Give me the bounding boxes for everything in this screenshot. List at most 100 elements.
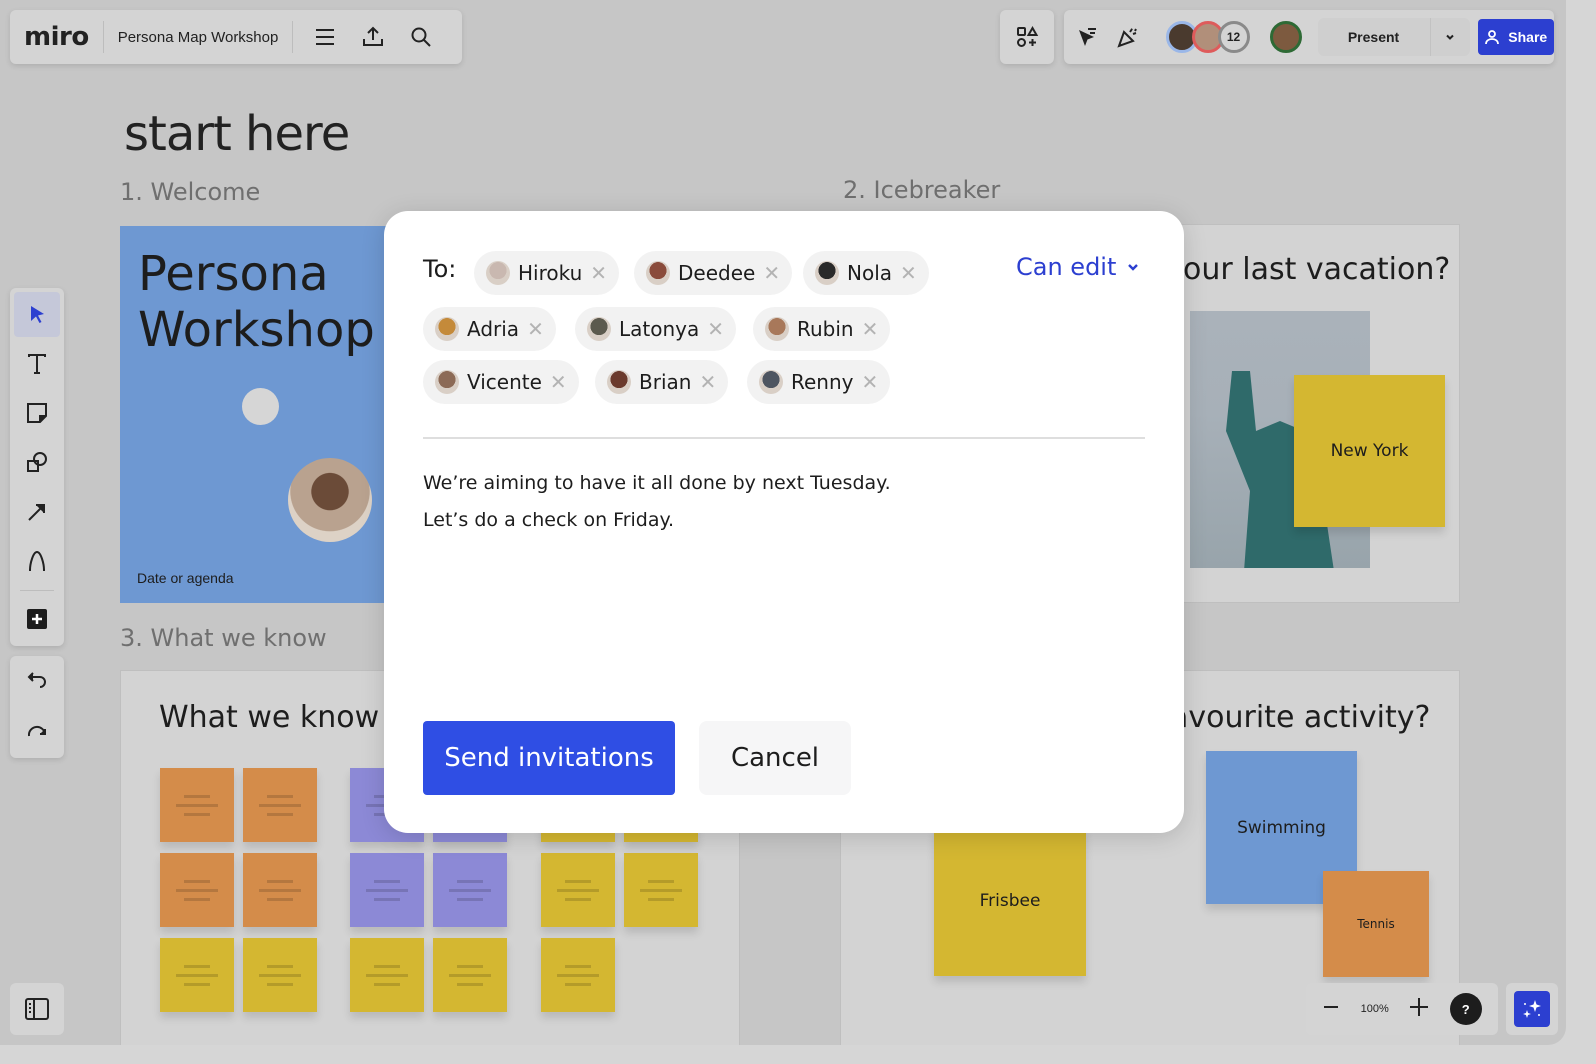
avatar bbox=[587, 317, 611, 341]
placeholder-lines bbox=[176, 879, 218, 901]
celebration-icon[interactable] bbox=[1111, 17, 1146, 57]
recipient-chip[interactable]: Rubin ✕ bbox=[753, 307, 891, 351]
divider bbox=[20, 589, 54, 591]
mini-sticky-note[interactable] bbox=[624, 853, 698, 927]
share-button[interactable]: Share bbox=[1477, 19, 1554, 55]
sticky-note-frisbee[interactable]: Frisbee bbox=[934, 826, 1086, 976]
sticky-note-tennis[interactable]: Tennis bbox=[1323, 871, 1429, 977]
recipient-chip[interactable]: Renny ✕ bbox=[747, 360, 891, 404]
user-icon bbox=[1485, 30, 1500, 45]
mini-sticky-note[interactable] bbox=[541, 938, 615, 1012]
miro-logo[interactable]: miro bbox=[24, 22, 89, 52]
invite-message-textarea[interactable]: We’re aiming to have it all done by next… bbox=[423, 465, 891, 539]
text-tool[interactable] bbox=[14, 341, 60, 386]
section-label-icebreaker: 2. Icebreaker bbox=[843, 176, 1001, 204]
sparkles-icon bbox=[1523, 1000, 1541, 1018]
send-invitations-button[interactable]: Send invitations bbox=[423, 721, 675, 795]
remove-recipient-icon[interactable]: ✕ bbox=[707, 317, 724, 341]
remove-recipient-icon[interactable]: ✕ bbox=[590, 261, 607, 285]
section-label-what-we-know: 3. What we know bbox=[120, 624, 327, 652]
zoom-level[interactable]: 100% bbox=[1361, 1003, 1389, 1015]
welcome-title-line1: Persona bbox=[138, 246, 329, 302]
mini-sticky-note[interactable] bbox=[243, 938, 317, 1012]
icebreaker-top-title: our last vacation? bbox=[1183, 252, 1451, 287]
sidebar-icon bbox=[25, 998, 49, 1020]
select-tool[interactable] bbox=[14, 292, 60, 338]
zoom-in-button[interactable] bbox=[1409, 997, 1429, 1022]
collaborator-avatars[interactable]: 12 bbox=[1165, 21, 1302, 53]
placeholder-lines bbox=[259, 794, 301, 816]
remove-recipient-icon[interactable]: ✕ bbox=[763, 261, 780, 285]
search-icon[interactable] bbox=[401, 17, 441, 57]
remove-recipient-icon[interactable]: ✕ bbox=[550, 370, 567, 394]
mini-sticky-note[interactable] bbox=[243, 853, 317, 927]
permission-dropdown[interactable]: Can edit bbox=[1016, 253, 1140, 281]
mini-sticky-note[interactable] bbox=[541, 853, 615, 927]
connector-tool[interactable] bbox=[14, 489, 60, 534]
recipient-chip[interactable]: Adria ✕ bbox=[423, 307, 556, 351]
mini-sticky-note[interactable] bbox=[160, 853, 234, 927]
undo-button[interactable] bbox=[14, 657, 60, 703]
more-tools-button[interactable] bbox=[14, 597, 60, 642]
welcome-title: Persona Workshop bbox=[138, 246, 375, 358]
recipient-chip[interactable]: Hiroku ✕ bbox=[474, 251, 620, 295]
shapes-apps-icon[interactable] bbox=[1007, 17, 1047, 57]
redo-button[interactable] bbox=[14, 708, 60, 754]
mini-sticky-note[interactable] bbox=[350, 853, 424, 927]
remove-recipient-icon[interactable]: ✕ bbox=[527, 317, 544, 341]
present-button-group: Present bbox=[1317, 18, 1470, 56]
recipient-chip[interactable]: Latonya ✕ bbox=[575, 307, 737, 351]
export-icon[interactable] bbox=[353, 17, 393, 57]
present-button[interactable]: Present bbox=[1318, 29, 1430, 45]
recipient-chip[interactable]: Deedee ✕ bbox=[634, 251, 793, 295]
placeholder-lines bbox=[176, 794, 218, 816]
mini-sticky-note[interactable] bbox=[160, 938, 234, 1012]
current-user-avatar[interactable] bbox=[1269, 21, 1302, 53]
present-dropdown[interactable] bbox=[1429, 18, 1470, 56]
placeholder-lines bbox=[449, 964, 491, 986]
shapes-tool[interactable] bbox=[14, 440, 60, 485]
ai-assistant-button[interactable] bbox=[1514, 991, 1550, 1027]
icebreaker-bottom-title: avourite activity? bbox=[1170, 700, 1431, 735]
recipient-chip[interactable]: Nola ✕ bbox=[803, 251, 929, 295]
mini-sticky-note[interactable] bbox=[243, 768, 317, 842]
divider bbox=[423, 437, 1145, 439]
sticky-note-tool[interactable] bbox=[14, 391, 60, 436]
recipient-name: Deedee bbox=[678, 261, 756, 285]
menu-icon[interactable] bbox=[305, 17, 345, 57]
avatar bbox=[765, 317, 789, 341]
avatar bbox=[435, 317, 459, 341]
cancel-button[interactable]: Cancel bbox=[699, 721, 851, 795]
sidebar-toggle-button[interactable] bbox=[10, 983, 64, 1035]
mini-sticky-note[interactable] bbox=[160, 768, 234, 842]
recipient-name: Brian bbox=[639, 370, 692, 394]
collaborator-count[interactable]: 12 bbox=[1217, 21, 1250, 53]
invite-dialog: To: Hiroku ✕ Deedee ✕ Nola ✕ Adria ✕ Latonya ✕ Rub… bbox=[384, 211, 1184, 833]
remove-recipient-icon[interactable]: ✕ bbox=[862, 370, 879, 394]
remove-recipient-icon[interactable]: ✕ bbox=[862, 317, 879, 341]
zoom-out-button[interactable] bbox=[1322, 998, 1340, 1021]
help-button[interactable]: ? bbox=[1449, 993, 1482, 1025]
recipient-chip[interactable]: Brian ✕ bbox=[595, 360, 729, 404]
undo-icon bbox=[27, 671, 46, 688]
remove-recipient-icon[interactable]: ✕ bbox=[699, 370, 716, 394]
pen-tool[interactable] bbox=[14, 538, 60, 583]
mini-sticky-note[interactable] bbox=[433, 938, 507, 1012]
recipient-chip[interactable]: Vicente ✕ bbox=[423, 360, 579, 404]
mini-sticky-note[interactable] bbox=[350, 938, 424, 1012]
placeholder-lines bbox=[259, 879, 301, 901]
board-title[interactable]: Persona Map Workshop bbox=[118, 29, 279, 46]
cursor-filter-icon[interactable] bbox=[1070, 17, 1105, 57]
welcome-card[interactable]: Persona Workshop Date or agenda bbox=[120, 226, 420, 603]
placeholder-lines bbox=[449, 879, 491, 901]
mini-sticky-note[interactable] bbox=[433, 853, 507, 927]
remove-recipient-icon[interactable]: ✕ bbox=[900, 261, 917, 285]
facilitator-photo bbox=[288, 458, 372, 542]
placeholder-lines bbox=[176, 964, 218, 986]
recipient-name: Hiroku bbox=[518, 261, 583, 285]
chevron-down-icon bbox=[1446, 34, 1454, 40]
minus-icon bbox=[1324, 1005, 1339, 1008]
recipient-name: Nola bbox=[847, 261, 893, 285]
sticky-note-new-york[interactable]: New York bbox=[1294, 375, 1445, 527]
avatar bbox=[486, 261, 510, 285]
